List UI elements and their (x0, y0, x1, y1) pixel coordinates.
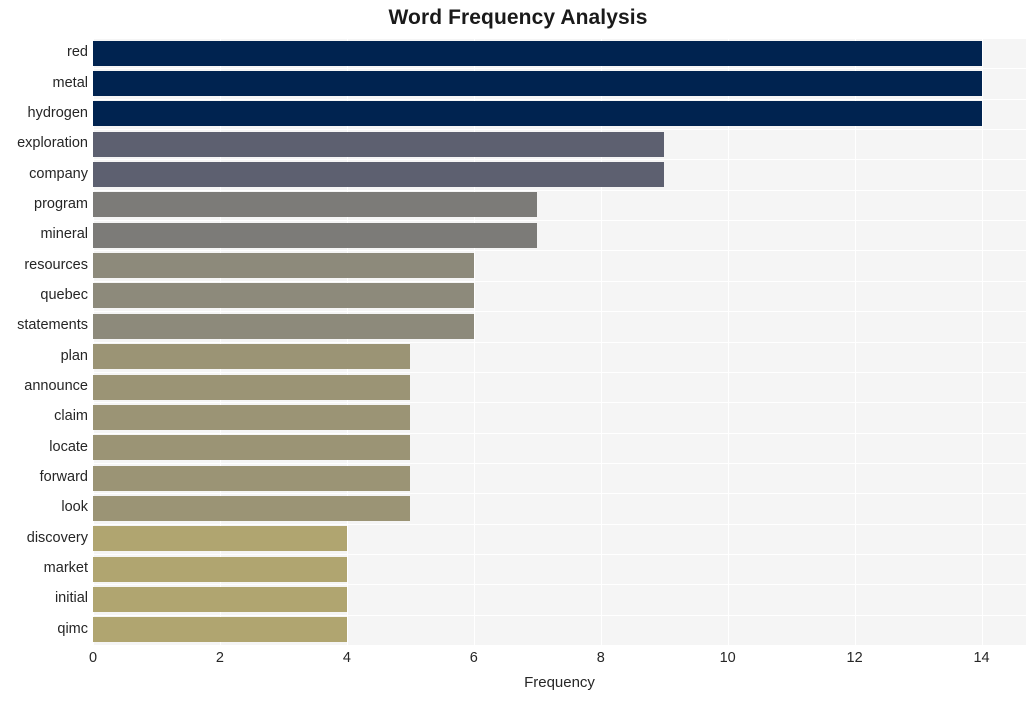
gridline-horizontal (93, 220, 1026, 222)
bar (93, 40, 982, 66)
bar (93, 617, 347, 643)
y-axis-tick-label: plan (60, 347, 88, 364)
y-axis-tick-label: red (67, 44, 88, 61)
bar (93, 374, 411, 400)
y-axis-tick-label: announce (24, 378, 88, 395)
x-axis-tick-label: 0 (88, 650, 98, 666)
bar (93, 71, 982, 97)
x-axis-tick-label: 12 (846, 650, 863, 666)
bar (93, 192, 538, 218)
x-axis-tick-label: 8 (596, 650, 605, 666)
gridline-horizontal (93, 584, 1026, 586)
gridline-horizontal (93, 280, 1026, 282)
gridline-horizontal (93, 189, 1026, 191)
y-axis-tick-label: forward (39, 469, 88, 486)
y-axis-tick-label: discovery (26, 529, 88, 546)
gridline-horizontal (93, 432, 1026, 434)
gridline-horizontal (93, 98, 1026, 100)
gridline-horizontal (93, 159, 1026, 161)
y-axis-tick-label: look (61, 499, 88, 516)
y-axis-tick-label: hydrogen (27, 104, 88, 121)
chart-title: Word Frequency Analysis (388, 6, 648, 29)
gridline-horizontal (93, 462, 1026, 464)
bar (93, 131, 665, 157)
gridline-horizontal (93, 614, 1026, 616)
x-axis-tick-label: 4 (342, 650, 351, 666)
gridline-horizontal (93, 493, 1026, 495)
gridline-horizontal (93, 129, 1026, 131)
gridline-horizontal (93, 523, 1026, 525)
y-axis-tick-label: qimc (57, 620, 88, 637)
y-axis-tick-label: exploration (17, 135, 88, 152)
bar (93, 101, 982, 127)
x-axis-tick-label: 10 (719, 650, 736, 666)
gridline-horizontal (93, 371, 1026, 373)
y-axis-tick-label: company (29, 165, 88, 182)
gridline-horizontal (93, 341, 1026, 343)
gridline-horizontal (93, 68, 1026, 70)
gridline-horizontal (93, 402, 1026, 404)
bar (93, 253, 474, 279)
y-axis-tick-label: initial (54, 590, 88, 607)
bar (93, 526, 347, 552)
y-axis-tick-labels: red metal hydrogen exploration company progra… (0, 38, 88, 645)
y-axis-tick-label: statements (17, 317, 88, 334)
plot-area (93, 38, 1026, 645)
bar (93, 313, 474, 339)
x-axis-title: Frequency (524, 674, 595, 691)
gridline-horizontal (93, 38, 1026, 39)
y-axis-tick-label: program (34, 195, 88, 212)
x-axis-tick-label: 2 (215, 650, 224, 666)
x-axis-tick-label: 6 (469, 650, 478, 666)
bar (93, 465, 411, 491)
gridline-horizontal (93, 311, 1026, 313)
word-frequency-chart: Word Frequency Analysis red metal hydrogen… (0, 0, 1036, 701)
y-axis-tick-label: resources (24, 256, 88, 273)
bar (93, 222, 538, 248)
y-axis-tick-label: claim (54, 408, 88, 425)
bar (93, 435, 411, 461)
y-axis-tick-label: market (43, 560, 88, 577)
bar (93, 162, 665, 188)
bar (93, 404, 411, 430)
bar (93, 556, 347, 582)
gridline-horizontal (93, 553, 1026, 555)
y-axis-tick-label: mineral (40, 226, 88, 243)
y-axis-tick-label: quebec (40, 286, 88, 303)
bar (93, 283, 474, 309)
x-axis-tick-labels: 0 2 4 6 8 10 12 14 (0, 650, 1036, 674)
bar (93, 344, 411, 370)
bar (93, 586, 347, 612)
gridline-horizontal (93, 250, 1026, 252)
bar (93, 495, 411, 521)
x-axis-tick-label: 14 (973, 650, 990, 666)
y-axis-tick-label: locate (49, 438, 88, 455)
y-axis-tick-label: metal (52, 74, 88, 91)
